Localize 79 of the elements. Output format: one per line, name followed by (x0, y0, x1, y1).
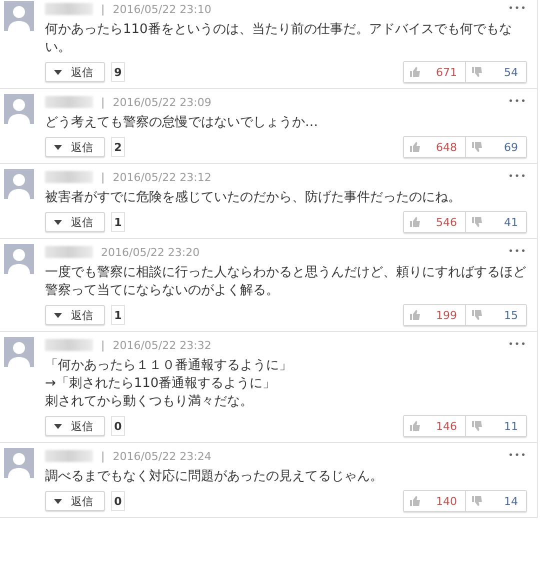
reply-count: 1 (111, 212, 125, 232)
reply-button[interactable]: 返信 (45, 62, 105, 82)
reply-count: 2 (111, 137, 125, 157)
avatar-icon (4, 337, 34, 367)
thumbs-up-icon (409, 495, 421, 507)
thumbs-down-icon (471, 141, 483, 153)
thumbs-down-icon (471, 309, 483, 321)
comment-text: →「刺されたら110番通報するように」 (45, 375, 277, 393)
separator: | (101, 170, 105, 184)
blurred-username (45, 96, 93, 108)
reply-button[interactable]: 返信 (45, 305, 105, 325)
avatar-icon (4, 448, 34, 478)
caret-icon (54, 144, 62, 150)
blurred-username (45, 3, 93, 15)
reply-button[interactable]: 返信 (45, 137, 105, 157)
comment-date: 2016/05/22 23:32 (112, 338, 212, 352)
dislike-button[interactable]: 54 (465, 62, 526, 82)
thumbs-down-icon (471, 420, 483, 432)
reply-button[interactable]: 返信 (45, 416, 105, 436)
dislike-button[interactable]: 69 (465, 137, 526, 157)
comment-date: 2016/05/22 23:20 (101, 246, 200, 258)
caret-icon (54, 498, 62, 504)
like-button[interactable]: 199 (404, 305, 465, 325)
caret-icon (54, 70, 62, 74)
more-menu[interactable]: ••• (508, 247, 527, 257)
comment-text: 一度でも警察に相談に行った人ならわかると思うんだけど、頼りにすればするほど警察って当てにならないのがよく解る。 (45, 264, 527, 300)
thumbs-up-icon (409, 309, 421, 321)
comment-text: どう考えても警察の怠慢ではないでしょうか… (45, 114, 319, 132)
like-button[interactable]: 140 (404, 491, 465, 511)
avatar-icon (4, 1, 34, 31)
like-button[interactable]: 671 (404, 62, 465, 82)
more-menu[interactable]: ••• (508, 172, 527, 182)
comment-text: 刺されてから動くつもり満々だな。 (45, 393, 254, 411)
caret-icon (54, 312, 62, 318)
blurred-username (45, 171, 93, 183)
comment-date: 2016/05/22 23:12 (112, 170, 212, 184)
thumbs-up-icon (409, 141, 421, 153)
blurred-username (45, 450, 93, 462)
comment-text: 調べるまでもなく対応に問題があったの見えてるじゃん。 (45, 468, 384, 486)
more-menu[interactable]: ••• (508, 451, 527, 461)
thumbs-up-icon (409, 420, 421, 432)
blurred-username (45, 246, 93, 258)
reply-button[interactable]: 返信 (45, 212, 105, 232)
comment-date: 2016/05/22 23:24 (112, 450, 212, 462)
reply-button[interactable]: 返信 (45, 491, 105, 511)
thumbs-up-icon (409, 66, 421, 78)
like-button[interactable]: 648 (404, 137, 465, 157)
like-button[interactable]: 146 (404, 416, 465, 436)
more-menu[interactable]: ••• (508, 340, 527, 350)
dislike-button[interactable]: 11 (465, 416, 526, 436)
thumbs-down-icon (471, 66, 483, 78)
separator: | (101, 338, 105, 352)
comment-text: 被害者がすでに危険を感じていたのだから、防げた事件だったのにね。 (45, 189, 462, 207)
like-button[interactable]: 546 (404, 212, 465, 232)
dislike-button[interactable]: 14 (465, 491, 526, 511)
avatar-icon (4, 169, 34, 199)
more-menu[interactable]: ••• (508, 4, 527, 14)
thumbs-up-icon (409, 216, 421, 228)
reply-count: 0 (111, 416, 125, 436)
thumbs-down-icon (471, 495, 483, 507)
separator: | (101, 2, 105, 16)
reply-count: 9 (111, 62, 125, 82)
more-menu[interactable]: ••• (508, 97, 527, 107)
reply-count: 0 (111, 491, 125, 511)
reply-count: 1 (111, 305, 125, 325)
caret-icon (54, 220, 62, 224)
avatar-icon (4, 244, 34, 274)
comment-text: 「何かあったら１１０番通報するように」 (45, 357, 293, 375)
comment-date: 2016/05/22 23:10 (112, 2, 212, 16)
dislike-button[interactable]: 15 (465, 305, 526, 325)
comment-date: 2016/05/22 23:09 (112, 96, 212, 108)
separator: | (101, 96, 105, 108)
thumbs-down-icon (471, 216, 483, 228)
comment-text: 何かあったら110番をというのは、当たり前の仕事だ。アドバイスでも何でもない。 (45, 21, 513, 57)
caret-icon (54, 424, 62, 428)
blurred-username (45, 339, 93, 351)
dislike-button[interactable]: 41 (465, 212, 526, 232)
separator: | (101, 450, 105, 462)
avatar-icon (4, 94, 34, 124)
